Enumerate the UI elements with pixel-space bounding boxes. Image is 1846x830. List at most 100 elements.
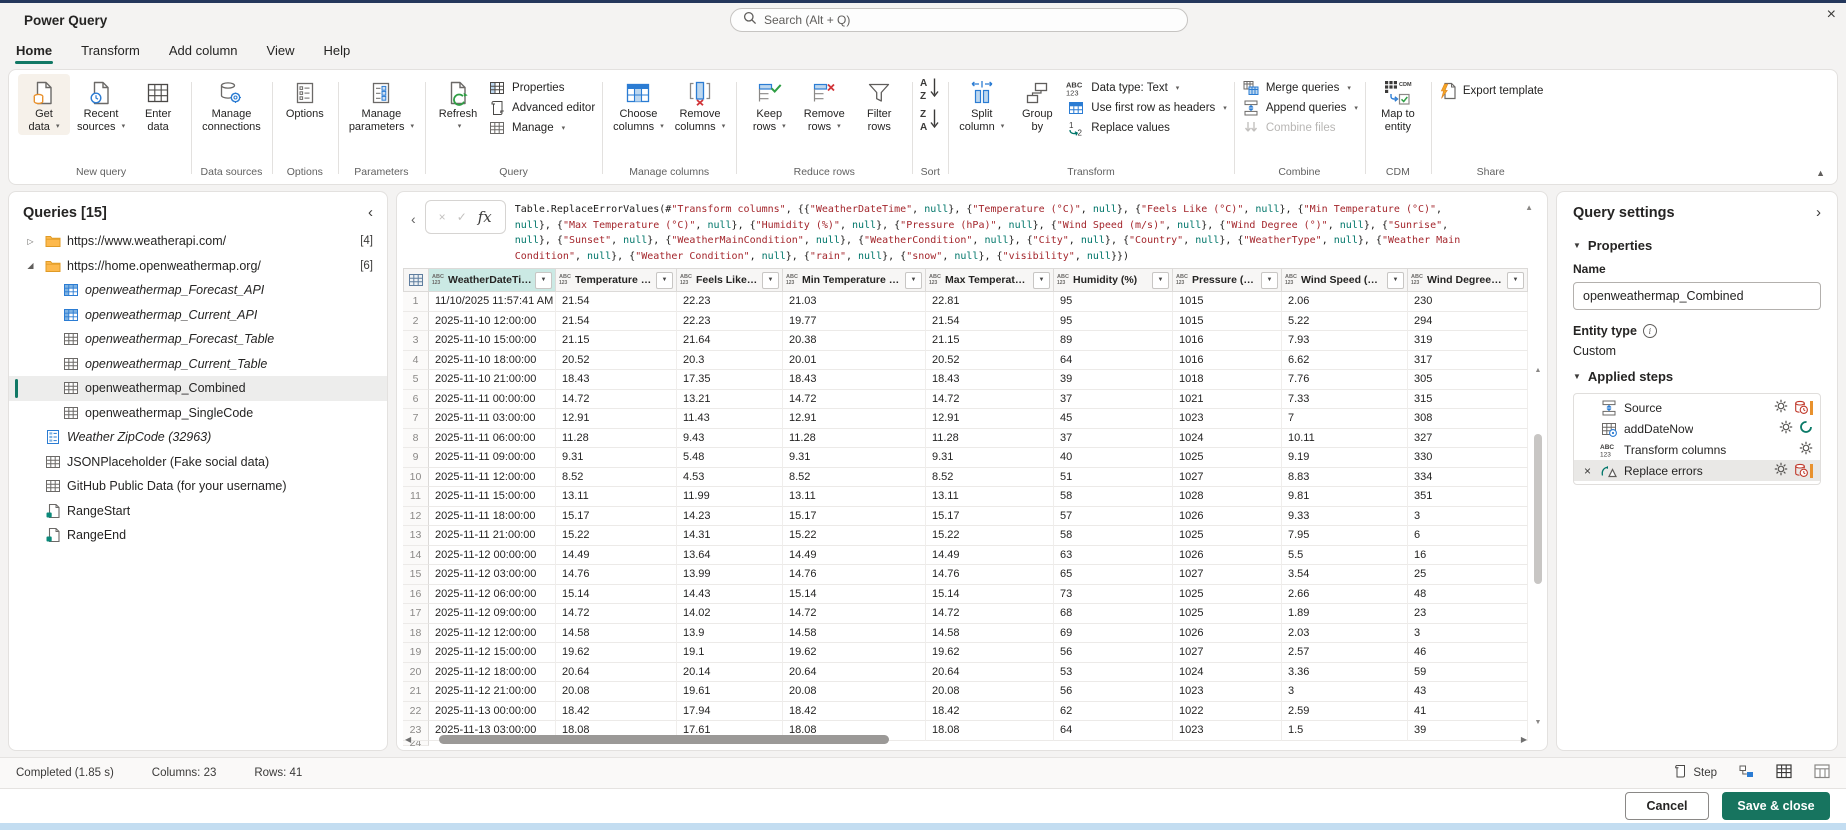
table-cell[interactable]: 1026 xyxy=(1173,624,1282,644)
group-by-button[interactable]: Groupby xyxy=(1011,74,1063,135)
ribbon-collapse-chevron-icon[interactable]: ▲ xyxy=(1816,168,1825,178)
table-cell[interactable]: 305 xyxy=(1408,370,1528,390)
table-cell[interactable]: 7 xyxy=(1282,409,1408,429)
table-cell[interactable]: 2.57 xyxy=(1282,643,1408,663)
table-cell[interactable]: 15.14 xyxy=(926,585,1054,605)
table-cell[interactable]: 14.72 xyxy=(926,390,1054,410)
table-cell[interactable]: 7.33 xyxy=(1282,390,1408,410)
table-cell[interactable]: 1023 xyxy=(1173,409,1282,429)
table-cell[interactable]: 7.76 xyxy=(1282,370,1408,390)
table-cell[interactable]: 19.77 xyxy=(783,312,926,332)
table-cell[interactable]: 2025-11-11 21:00:00 xyxy=(429,526,556,546)
table-cell[interactable]: 20.14 xyxy=(677,663,783,683)
table-cell[interactable]: 8.52 xyxy=(783,468,926,488)
table-cell[interactable]: 8.83 xyxy=(1282,468,1408,488)
tab-help[interactable]: Help xyxy=(322,39,351,67)
table-cell[interactable]: 63 xyxy=(1054,546,1173,566)
table-cell[interactable]: 6 xyxy=(1408,526,1528,546)
table-cell[interactable]: 13.99 xyxy=(677,565,783,585)
table-cell[interactable]: 2025-11-12 03:00:00 xyxy=(429,565,556,585)
table-cell[interactable]: 20.08 xyxy=(783,682,926,702)
table-cell[interactable]: 1027 xyxy=(1173,643,1282,663)
table-cell[interactable]: 59 xyxy=(1408,663,1528,683)
table-cell[interactable]: 9.81 xyxy=(1282,487,1408,507)
table-cell[interactable]: 95 xyxy=(1054,292,1173,312)
table-cell[interactable]: 18.42 xyxy=(556,702,677,722)
table-cell[interactable]: 1028 xyxy=(1173,487,1282,507)
column-header-min-temperature-c[interactable]: ABC123Min Temperature (°C)▼ xyxy=(783,268,926,292)
table-cell[interactable]: 58 xyxy=(1054,526,1173,546)
table-cell[interactable]: 2025-11-11 09:00:00 xyxy=(429,448,556,468)
table-cell[interactable]: 14.49 xyxy=(556,546,677,566)
table-cell[interactable]: 20.08 xyxy=(556,682,677,702)
table-cell[interactable]: 14.49 xyxy=(783,546,926,566)
refresh-button[interactable]: Refresh▾ xyxy=(432,74,484,135)
step-script-button[interactable]: Step xyxy=(1673,764,1717,782)
table-cell[interactable]: 2025-11-10 21:00:00 xyxy=(429,370,556,390)
table-cell[interactable]: 5.48 xyxy=(677,448,783,468)
table-cell[interactable]: 14.76 xyxy=(556,565,677,585)
query-item-openweathermap-forecast-api[interactable]: openweathermap_Forecast_API xyxy=(9,278,387,303)
merge-queries-button[interactable]: Merge queries▾ xyxy=(1241,80,1358,96)
table-cell[interactable]: 230 xyxy=(1408,292,1528,312)
table-cell[interactable]: 21.15 xyxy=(556,331,677,351)
enter-data-button[interactable]: Enterdata xyxy=(132,74,184,135)
table-cell[interactable]: 2025-11-11 18:00:00 xyxy=(429,507,556,527)
formula-commit-icon[interactable]: ✓ xyxy=(457,210,467,224)
table-cell[interactable]: 3.54 xyxy=(1282,565,1408,585)
diagram-view-button[interactable] xyxy=(1739,765,1754,782)
table-cell[interactable]: 14.49 xyxy=(926,546,1054,566)
table-cell[interactable]: 6.62 xyxy=(1282,351,1408,371)
table-cell[interactable]: 14.72 xyxy=(783,604,926,624)
table-cell[interactable]: 45 xyxy=(1054,409,1173,429)
step-settings-gear-icon[interactable] xyxy=(1774,462,1788,479)
table-cell[interactable]: 12.91 xyxy=(556,409,677,429)
table-cell[interactable]: 39 xyxy=(1054,370,1173,390)
export-template-button[interactable]: Export template xyxy=(1438,74,1544,100)
column-header-wind-degree[interactable]: ABC123Wind Degree (°)▼ xyxy=(1408,268,1528,292)
table-cell[interactable]: 18.43 xyxy=(783,370,926,390)
table-cell[interactable]: 15.22 xyxy=(783,526,926,546)
table-cell[interactable]: 58 xyxy=(1054,487,1173,507)
tab-home[interactable]: Home xyxy=(15,39,53,67)
table-cell[interactable]: 1025 xyxy=(1173,448,1282,468)
remove-columns-button[interactable]: Removecolumns ▾ xyxy=(671,74,730,135)
table-cell[interactable]: 5.22 xyxy=(1282,312,1408,332)
table-cell[interactable]: 9.43 xyxy=(677,429,783,449)
scroll-right-arrow-icon[interactable]: ▶ xyxy=(1521,735,1527,744)
table-cell[interactable]: 4.53 xyxy=(677,468,783,488)
table-cell[interactable]: 2.03 xyxy=(1282,624,1408,644)
table-cell[interactable]: 18.43 xyxy=(556,370,677,390)
close-button[interactable]: × xyxy=(1827,7,1836,23)
table-cell[interactable]: 37 xyxy=(1054,390,1173,410)
table-cell[interactable]: 14.76 xyxy=(926,565,1054,585)
step-settings-gear-icon[interactable] xyxy=(1799,441,1813,458)
search-input[interactable]: Search (Alt + Q) xyxy=(730,8,1188,32)
table-cell[interactable]: 14.58 xyxy=(926,624,1054,644)
tab-view[interactable]: View xyxy=(266,39,296,67)
recent-sources-button[interactable]: Recentsources ▾ xyxy=(73,74,129,135)
cancel-button[interactable]: Cancel xyxy=(1625,792,1709,820)
table-cell[interactable]: 1018 xyxy=(1173,370,1282,390)
table-cell[interactable]: 21.54 xyxy=(556,292,677,312)
applied-step-adddatenow[interactable]: addDateNow xyxy=(1574,418,1820,439)
table-cell[interactable]: 11.28 xyxy=(783,429,926,449)
table-cell[interactable]: 351 xyxy=(1408,487,1528,507)
table-cell[interactable]: 46 xyxy=(1408,643,1528,663)
table-cell[interactable]: 319 xyxy=(1408,331,1528,351)
horizontal-scrollbar[interactable]: ◀ ▶ xyxy=(405,733,1527,746)
column-filter-button[interactable]: ▼ xyxy=(1387,272,1404,289)
info-icon[interactable]: i xyxy=(1643,324,1657,338)
table-cell[interactable]: 3 xyxy=(1408,507,1528,527)
table-cell[interactable]: 9.19 xyxy=(1282,448,1408,468)
table-cell[interactable]: 21.54 xyxy=(556,312,677,332)
column-header-max-temperature-c[interactable]: ABC123Max Temperature (°C)▼ xyxy=(926,268,1054,292)
table-cell[interactable]: 62 xyxy=(1054,702,1173,722)
table-cell[interactable]: 1026 xyxy=(1173,546,1282,566)
table-cell[interactable]: 3.36 xyxy=(1282,663,1408,683)
column-filter-button[interactable]: ▼ xyxy=(1033,272,1050,289)
delete-step-icon[interactable]: × xyxy=(1581,464,1594,478)
table-cell[interactable]: 1.89 xyxy=(1282,604,1408,624)
table-cell[interactable]: 7.93 xyxy=(1282,331,1408,351)
query-item-openweathermap-current-api[interactable]: openweathermap_Current_API xyxy=(9,303,387,328)
